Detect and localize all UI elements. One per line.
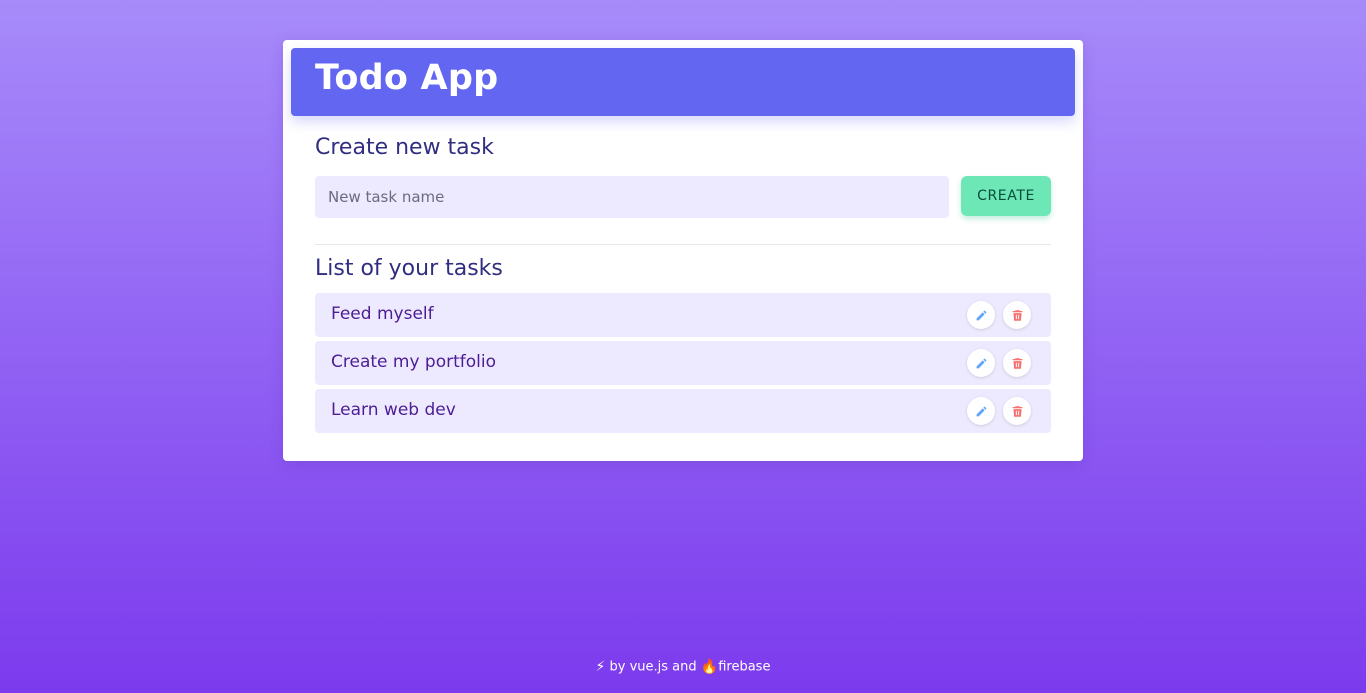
task-item: Feed myself [315,293,1051,337]
new-task-input[interactable] [315,176,949,218]
task-actions [967,397,1031,425]
pencil-icon [976,310,986,320]
section-divider [315,244,1051,245]
task-label: Create my portfolio [331,352,496,372]
fire-icon: 🔥 [700,659,719,675]
task-label: Feed myself [331,304,434,324]
trash-icon [1012,309,1022,321]
delete-task-button[interactable] [1003,397,1031,425]
footer-text-by: by vue.js and [605,659,701,675]
edit-task-button[interactable] [967,349,995,377]
edit-task-button[interactable] [967,397,995,425]
delete-task-button[interactable] [1003,301,1031,329]
task-list-heading: List of your tasks [315,256,503,281]
task-actions [967,349,1031,377]
pencil-icon [976,406,986,416]
lightning-icon: ⚡ [595,659,606,675]
create-section-heading: Create new task [315,135,494,160]
trash-icon [1012,405,1022,417]
create-button[interactable]: CREATE [961,176,1051,216]
task-item: Create my portfolio [315,341,1051,385]
edit-task-button[interactable] [967,301,995,329]
delete-task-button[interactable] [1003,349,1031,377]
footer-credit: ⚡ by vue.js and 🔥firebase [0,659,1366,675]
footer-text-firebase: firebase [718,659,771,675]
todo-card: Todo App Create new task CREATE List of … [283,40,1083,461]
app-header: Todo App [291,48,1075,116]
trash-icon [1012,357,1022,369]
task-item: Learn web dev [315,389,1051,433]
task-label: Learn web dev [331,400,456,420]
task-actions [967,301,1031,329]
app-title: Todo App [315,58,499,98]
task-list: Feed myself Create my portfolio Learn we… [315,293,1051,437]
pencil-icon [976,358,986,368]
